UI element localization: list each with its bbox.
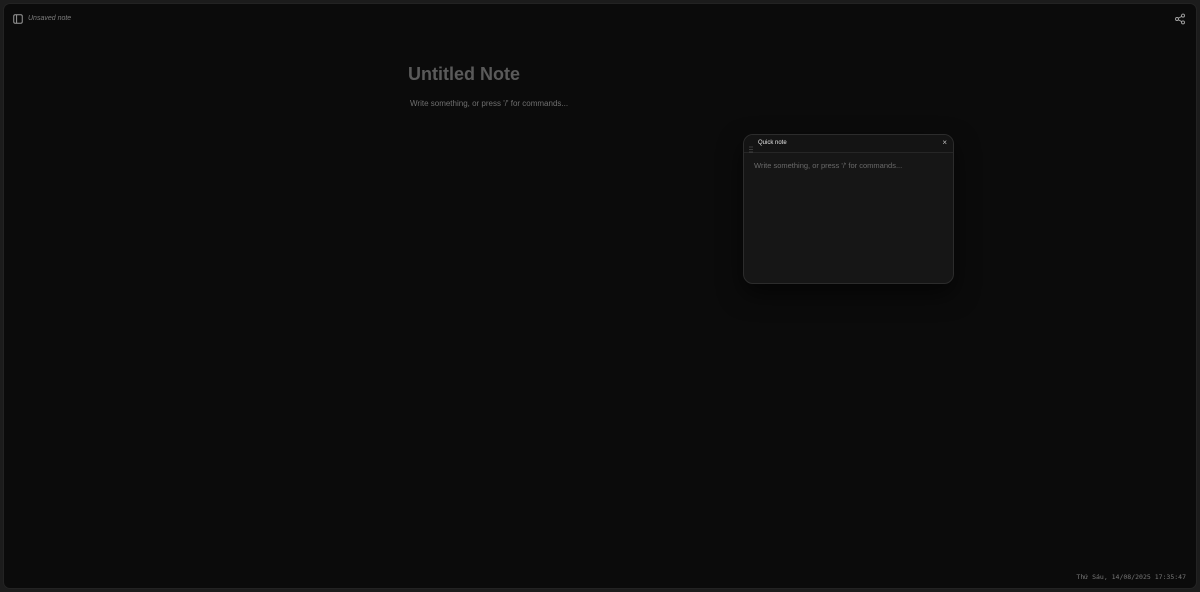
close-icon[interactable]: × [942,138,947,148]
quick-note-header[interactable]: Quick note × [744,135,953,153]
note-status: Unsaved note [28,15,72,22]
share-icon [1174,13,1186,25]
datetime-display: Thứ Sáu, 14/08/2025 17:35:47 [1076,573,1186,581]
resize-handle-icon[interactable] [946,276,951,281]
quick-note-body-field[interactable]: Write something, or press '/' for comman… [754,160,943,277]
drag-handle-icon[interactable] [749,140,753,153]
app-window: Unsaved note Untitled Note Write somethi… [4,4,1196,588]
note-editor[interactable]: Untitled Note Write something, or press … [408,62,808,110]
quick-note-title: Quick note [758,140,787,146]
note-body-field[interactable]: Write something, or press '/' for comman… [410,98,808,110]
quick-note-panel: Quick note × Write something, or press '… [743,134,954,284]
sidebar-toggle-button[interactable] [13,14,23,24]
top-bar: Unsaved note [4,4,1196,32]
share-button[interactable] [1174,13,1186,25]
sidebar-panel-icon [13,14,23,24]
note-title-field[interactable]: Untitled Note [408,62,808,86]
